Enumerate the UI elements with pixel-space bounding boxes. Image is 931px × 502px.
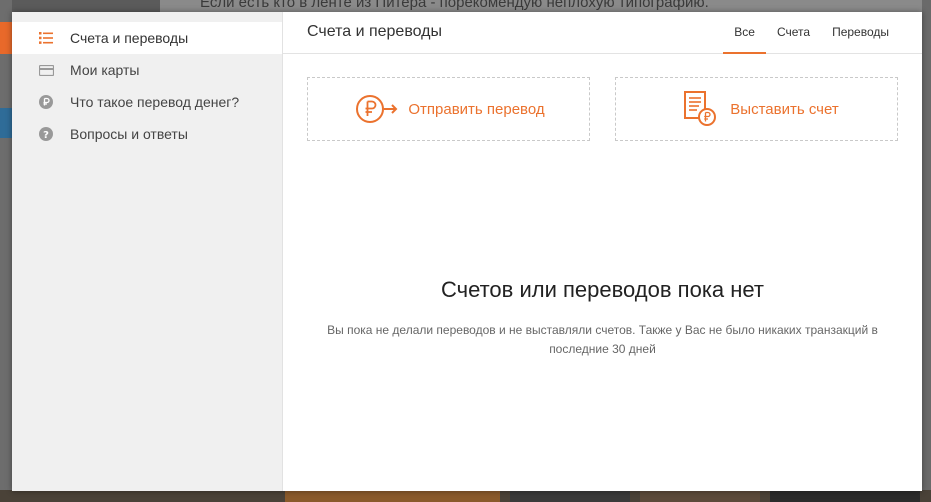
sidebar-item-what-is-transfer[interactable]: Что такое перевод денег? [12, 86, 282, 118]
list-icon [38, 30, 54, 46]
background-right-column [922, 0, 931, 502]
issue-invoice-label: Выставить счет [730, 100, 839, 118]
background-left-column [0, 0, 12, 502]
background-bottom-strip [0, 490, 931, 502]
empty-state-title: Счетов или переводов пока нет [440, 277, 765, 302]
payments-modal: Счета и переводы Мои карты Что такое пер… [12, 12, 922, 491]
filter-tabs: Все Счета Переводы [723, 12, 900, 54]
background-left-accent [0, 22, 12, 54]
ruble-coin-icon [38, 94, 54, 110]
sidebar-item-faq[interactable]: ? Вопросы и ответы [12, 118, 282, 150]
ruble-send-icon [352, 89, 402, 129]
issue-invoice-button[interactable]: Выставить счет [615, 77, 898, 141]
panel-header: Счета и переводы Все Счета Переводы [283, 12, 922, 54]
sidebar-item-payments[interactable]: Счета и переводы [12, 22, 282, 54]
send-transfer-label: Отправить перевод [408, 100, 545, 118]
svg-text:?: ? [43, 130, 49, 141]
tab-invoices[interactable]: Счета [766, 12, 821, 53]
sidebar-item-label: Мои карты [70, 62, 140, 78]
card-icon [38, 62, 54, 78]
background-left-banner [0, 108, 12, 138]
invoice-icon [674, 89, 724, 129]
background-post-text: Если есть кто в ленте из Питера - пореко… [200, 0, 709, 11]
empty-state-text: Вы пока не делали переводов и не выставл… [327, 323, 878, 356]
sidebar-item-label: Вопросы и ответы [70, 126, 188, 142]
main-panel: Счета и переводы Все Счета Переводы Отпр… [283, 12, 922, 491]
sidebar: Счета и переводы Мои карты Что такое пер… [12, 12, 283, 491]
page-title: Счета и переводы [307, 23, 443, 40]
tab-transfers[interactable]: Переводы [821, 12, 900, 53]
send-transfer-button[interactable]: Отправить перевод [307, 77, 590, 141]
sidebar-item-label: Счета и переводы [70, 30, 189, 46]
action-buttons: Отправить перевод Выставить счет [307, 77, 900, 143]
tab-all[interactable]: Все [723, 12, 766, 54]
sidebar-item-cards[interactable]: Мои карты [12, 54, 282, 86]
sidebar-item-label: Что такое перевод денег? [70, 94, 240, 110]
question-icon: ? [38, 126, 54, 142]
